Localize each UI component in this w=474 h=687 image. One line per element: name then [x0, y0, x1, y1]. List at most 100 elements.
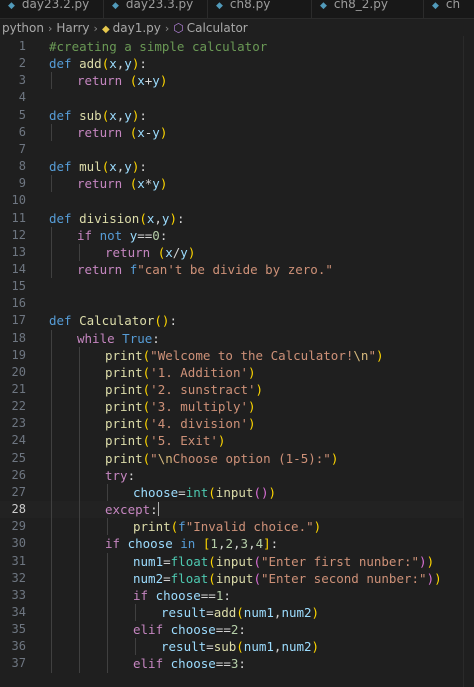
code-token: num2 [133, 570, 164, 586]
code-token: y [152, 124, 160, 140]
code-line[interactable]: 12 if not y==0: [0, 227, 474, 244]
code-line[interactable]: 32 num2=float(input("Enter second nunber:… [0, 570, 474, 587]
code-token: if [105, 536, 121, 552]
code-line[interactable]: 3 return (x+y) [0, 72, 474, 89]
code-line[interactable]: 11 def division(x,y): [0, 210, 474, 227]
code-line[interactable]: 23 print('4. division') [0, 415, 474, 432]
code-text: result=add(num1,num2) [161, 604, 319, 621]
code-token: not [99, 227, 123, 243]
code-line[interactable]: 28 except: [0, 501, 474, 519]
code-token: = [163, 553, 171, 569]
code-token: if [77, 227, 93, 243]
editor-scrollbar[interactable] [463, 36, 474, 687]
code-token: float [170, 570, 209, 586]
code-token: print [105, 399, 143, 415]
code-token: ) [248, 399, 256, 415]
code-token: ) [313, 519, 322, 535]
code-line[interactable]: 6 return (x-y) [0, 124, 474, 141]
code-line[interactable]: 1 #creating a simple calculator [0, 38, 474, 55]
line-number: 19 [11, 347, 26, 362]
code-token: def [49, 107, 72, 123]
code-token: x [109, 107, 117, 123]
code-token: " [368, 347, 376, 363]
code-token: 2 [225, 536, 233, 552]
code-token: : [139, 107, 147, 123]
code-line[interactable]: 34 result=add(num1,num2) [0, 604, 474, 621]
code-line[interactable]: 15 [0, 278, 474, 295]
code-line[interactable]: 18 while True: [0, 330, 474, 347]
indent-guide [51, 329, 52, 673]
code-line[interactable]: 29 print(f"Invalid choice.") [0, 518, 474, 535]
indent-guide [51, 175, 52, 193]
code-line[interactable]: 22 print('3. multiply') [0, 398, 474, 415]
code-token: while [77, 330, 115, 346]
code-token: x [137, 124, 145, 140]
code-token: y [124, 159, 132, 175]
code-line[interactable]: 7 [0, 141, 474, 158]
code-text: def Calculator(): [49, 312, 177, 329]
code-line[interactable]: 10 [0, 192, 474, 209]
code-line[interactable]: 36 result=sub(num1,num2) [0, 638, 474, 655]
breadcrumb-item-file[interactable]: day1.py [113, 21, 161, 35]
code-line[interactable]: 4 [0, 89, 474, 106]
code-line[interactable]: 16 [0, 295, 474, 312]
code-token: ) [268, 484, 277, 500]
code-line[interactable]: 2 def add(x,y): [0, 55, 474, 72]
code-editor[interactable]: 1 #creating a simple calculator 2 def add(x… [0, 36, 474, 687]
code-line[interactable]: 37 elif choose==3: [0, 655, 474, 672]
breadcrumb-item-python[interactable]: python [2, 21, 44, 35]
code-line[interactable]: 13 return (x/y) [0, 244, 474, 261]
code-line[interactable]: 30 if choose in [1,2,3,4]: [0, 535, 474, 552]
code-token: : [223, 587, 231, 603]
code-line[interactable]: 17 def Calculator(): [0, 312, 474, 329]
python-file-icon: ◆ [216, 1, 223, 11]
tab-label: ch8_2.py [333, 0, 388, 11]
code-token: #creating a simple calculator [49, 39, 268, 54]
breadcrumb-item-symbol[interactable]: Calculator [187, 21, 248, 35]
code-line[interactable]: 27 choose=int(input()) [0, 484, 474, 501]
code-line[interactable]: 5 def sub(x,y): [0, 107, 474, 124]
tab-ch[interactable]: ◆ ch [424, 0, 474, 18]
code-line[interactable]: 9 return (x*y) [0, 175, 474, 192]
line-number: 31 [11, 553, 26, 568]
line-number: 15 [11, 279, 26, 294]
code-line[interactable]: 8 def mul(x,y): [0, 158, 474, 175]
code-text: if choose in [1,2,3,4]: [105, 535, 278, 552]
breadcrumb-item-harry[interactable]: Harry [56, 21, 89, 35]
line-number: 4 [18, 90, 26, 105]
editor-tab-bar: ◆ day23.2.py ◆ day23.3.py ◆ ch8.py ◆ ch8_2.p… [0, 0, 474, 19]
code-line[interactable]: 24 print('5. Exit') [0, 432, 474, 449]
code-line[interactable]: 25 print("\nChoose option (1-5):") [0, 450, 474, 467]
tab-ch8[interactable]: ◆ ch8.py [208, 0, 312, 18]
line-number: 36 [11, 639, 26, 654]
code-line[interactable]: 14 return f"can't be divide by zero." [0, 261, 474, 278]
code-token: ( [154, 313, 162, 329]
code-text: print("\nChoose option (1-5):") [105, 450, 338, 467]
line-number: 22 [11, 399, 26, 414]
code-line[interactable]: 19 print("Welcome to the Calculator!\n") [0, 347, 474, 364]
code-line[interactable]: 21 print('2. sunstract') [0, 381, 474, 398]
code-line[interactable]: 20 print('1. Addition') [0, 364, 474, 381]
tab-ch8-2[interactable]: ◆ ch8_2.py [312, 0, 424, 18]
tab-day23-2[interactable]: ◆ day23.2.py [0, 0, 104, 18]
code-token: add [79, 56, 102, 72]
code-token: return [105, 244, 151, 260]
code-token: ) [434, 570, 442, 586]
code-token: "Invalid choice." [185, 519, 314, 535]
code-line[interactable]: 31 num1=float(input("Enter first nunber:"… [0, 553, 474, 570]
code-token: y [124, 56, 132, 72]
code-line[interactable]: 33 if choose==1: [0, 587, 474, 604]
tab-day23-3[interactable]: ◆ day23.3.py [104, 0, 208, 18]
code-text: try: [105, 467, 135, 484]
code-line[interactable]: 26 try: [0, 467, 474, 484]
code-token: = [163, 570, 171, 586]
line-number: 16 [11, 296, 26, 311]
code-token: num2 [281, 639, 312, 655]
code-token: ) [330, 450, 339, 466]
code-line[interactable]: 35 elif choose==2: [0, 621, 474, 638]
code-token: print [105, 433, 143, 449]
